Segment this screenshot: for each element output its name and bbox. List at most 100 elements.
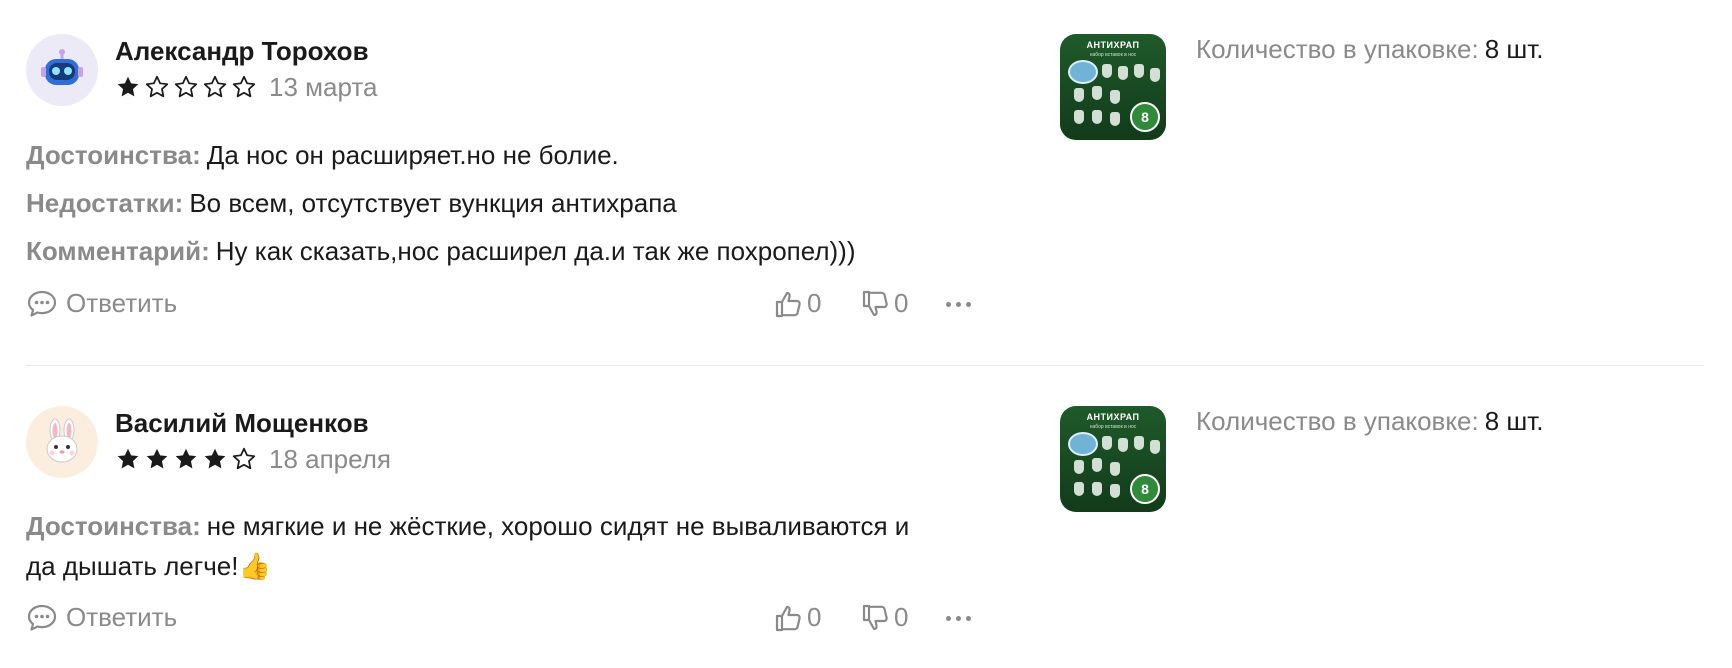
nose-insert-image [1150,68,1160,82]
reviews-page: Александр Торохов 13 марта Достоинства: Д… [0,0,1732,668]
pack-quantity-label: Количество в упаковке: [1196,406,1479,436]
pack-quantity: Количество в упаковке: 8 шт. [1196,406,1544,437]
product-badge: 8 [1130,474,1160,504]
like-count: 0 [807,288,822,318]
pack-quantity-value: 8 шт. [1484,34,1544,64]
nose-insert-image [1102,64,1112,78]
product-subtitle: набор вставок в нос [1089,424,1137,430]
star-empty-icon [232,447,256,470]
more-dot [956,616,961,621]
dislike-count: 0 [894,288,909,318]
star-rating [115,446,257,472]
nose-insert-image [1118,438,1128,452]
author-name[interactable]: Василий Мощенков [115,408,369,439]
thumbs-down-icon [862,290,888,316]
more-dot [946,302,951,307]
reply-label: Ответить [66,288,178,318]
product-thumbnail[interactable]: АНТИХРАП набор вставок в нос 8 [1060,406,1166,512]
dislike-count: 0 [894,602,909,632]
star-filled-icon [117,448,139,469]
author-name[interactable]: Александр Торохов [115,36,369,67]
pack-quantity: Количество в упаковке: 8 шт. [1196,34,1544,65]
reply-button[interactable]: Ответить [26,602,177,633]
nose-insert-image [1092,86,1102,100]
robot-icon [41,49,83,85]
nose-insert-image [1068,60,1098,84]
review-date: 18 апреля [269,443,391,474]
nose-insert-image [1118,66,1128,80]
pros-label: Достоинства: [26,140,201,170]
nose-insert-image [1110,462,1120,476]
avatar[interactable] [26,406,98,478]
star-filled-icon [204,448,226,469]
nose-insert-image [1110,484,1120,498]
nose-insert-image [1074,460,1084,474]
product-title: АНТИХРАП [1086,40,1140,50]
review-actions: Ответить 0 0 [26,288,986,322]
comment-icon [27,290,57,317]
product-thumbnail[interactable]: АНТИХРАП набор вставок в нос 8 [1060,34,1166,140]
comment-icon [27,604,57,631]
review-divider [26,365,1704,366]
like-button[interactable]: 0 [773,602,821,633]
star-filled-icon [146,448,168,469]
thumbs-down-icon [862,604,888,630]
pack-quantity-value: 8 шт. [1484,406,1544,436]
nose-insert-image [1110,90,1120,104]
star-empty-icon [174,75,198,98]
review-comment: Комментарий: Ну как сказать,нос расширел … [26,231,856,271]
more-dot [946,616,951,621]
nose-insert-image [1068,432,1098,456]
nose-insert-image [1092,110,1102,124]
nose-insert-image [1134,64,1144,78]
reply-label: Ответить [66,602,178,632]
more-dot [966,302,971,307]
thumbs-up-icon [775,291,801,317]
pros-label: Достоинства: [26,511,201,541]
product-title: АНТИХРАП [1086,412,1140,422]
bunny-icon [46,418,78,463]
avatar[interactable] [26,34,98,106]
nose-insert-image [1074,88,1084,102]
nose-insert-image [1134,436,1144,450]
review-pros: Достоинства: Да нос он расширяет.но не бо… [26,135,619,175]
nose-insert-image [1092,482,1102,496]
more-options-button[interactable] [946,302,971,307]
pros-text: не мягкие и не жёсткие, хорошо сидят не … [206,511,910,541]
like-button[interactable]: 0 [773,288,821,319]
pros-text: да дышать легче!👍 [26,551,271,581]
more-dot [956,302,961,307]
review-pros: Достоинства: не мягкие и не жёсткие, хоро… [26,506,909,546]
star-empty-icon [145,75,169,98]
review-pros-continued: да дышать легче!👍 [26,546,271,586]
pros-text: Да нос он расширяет.но не болие. [206,140,619,170]
reply-button[interactable]: Ответить [26,288,177,319]
nose-insert-image [1074,482,1084,496]
product-badge: 8 [1130,102,1160,132]
cons-label: Недостатки: [26,188,184,218]
review-cons: Недостатки: Во всем, отсутствует вункция … [26,183,677,223]
rating-row: 18 апреля [115,444,391,474]
product-subtitle: набор вставок в нос [1089,52,1137,58]
star-filled-icon [175,448,197,469]
more-options-button[interactable] [946,616,971,621]
comment-label: Комментарий: [26,236,210,266]
cons-text: Во всем, отсутствует вункция антихрапа [189,188,677,218]
nose-insert-image [1150,440,1160,454]
pack-quantity-label: Количество в упаковке: [1196,34,1479,64]
nose-insert-image [1110,112,1120,126]
review-date: 13 марта [269,71,378,102]
nose-insert-image [1102,436,1112,450]
star-rating [115,74,257,100]
nose-insert-image [1092,458,1102,472]
thumbs-up-icon [775,605,801,631]
dislike-button[interactable]: 0 [860,602,908,633]
like-count: 0 [807,602,822,632]
star-empty-icon [203,75,227,98]
star-empty-icon [232,75,256,98]
rating-row: 13 марта [115,72,377,102]
comment-text: Ну как сказать,нос расширел да.и так же … [215,236,856,266]
dislike-button[interactable]: 0 [860,288,908,319]
more-dot [966,616,971,621]
nose-insert-image [1074,110,1084,124]
